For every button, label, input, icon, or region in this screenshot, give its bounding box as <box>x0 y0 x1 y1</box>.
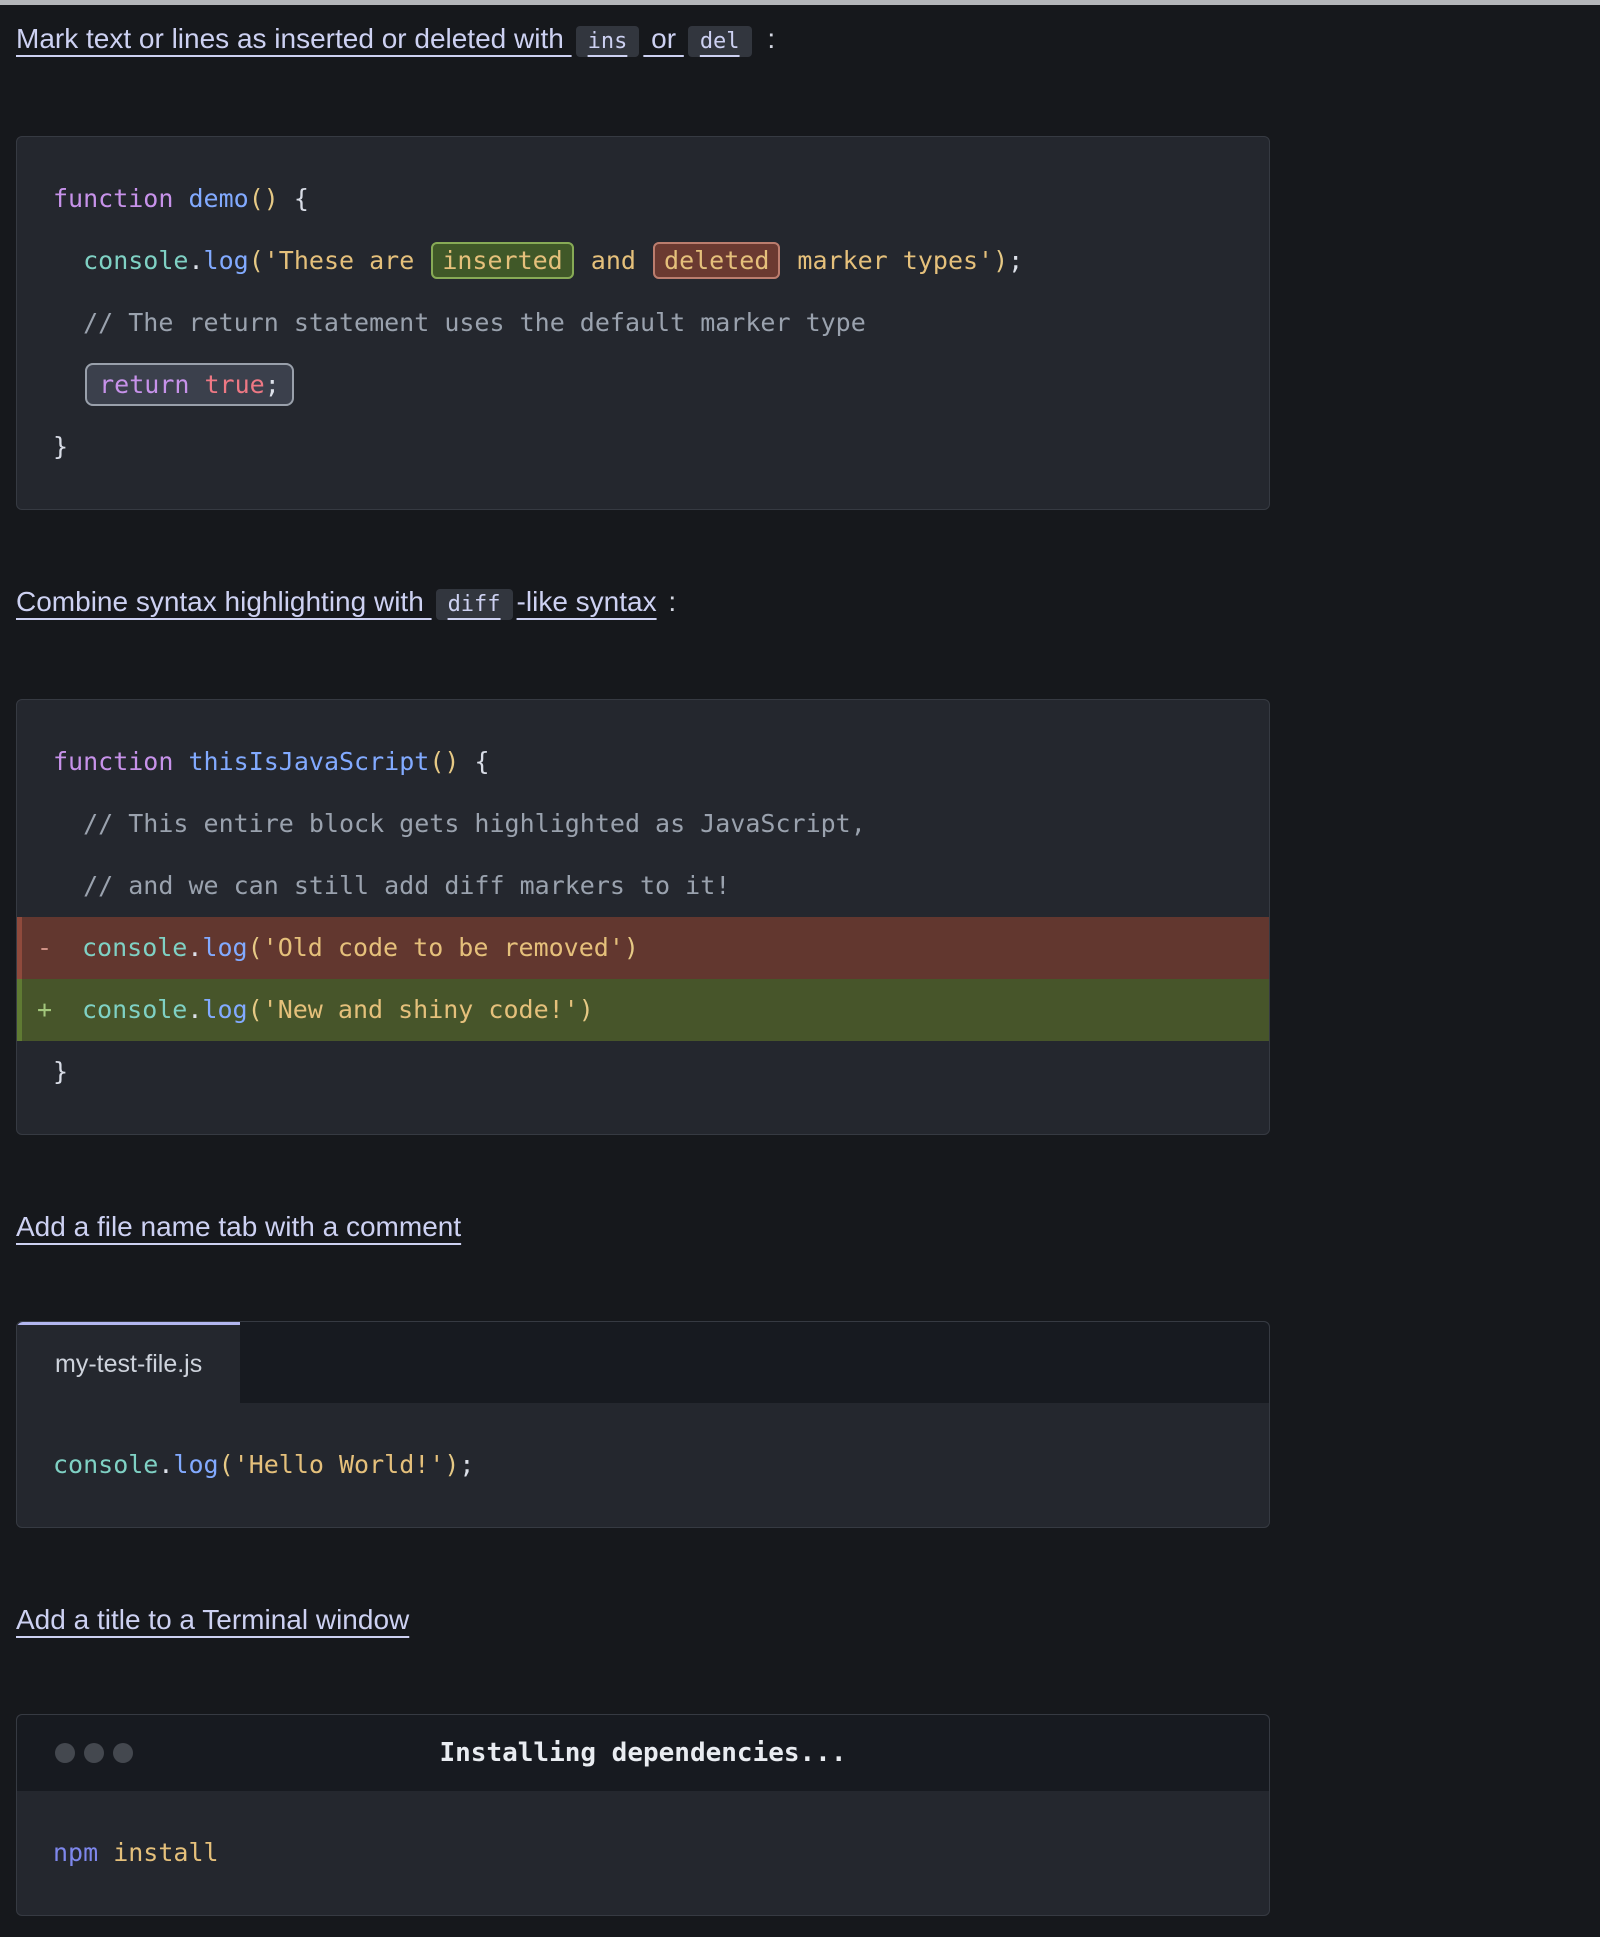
token-fn: log <box>204 246 249 275</box>
token-comment: // The return statement uses the default… <box>53 308 866 337</box>
token-fn: log <box>202 933 247 962</box>
token-paren: ) <box>444 1450 459 1479</box>
token-obj: console <box>53 246 188 275</box>
token-obj: console <box>82 933 187 962</box>
token-punct: . <box>188 246 203 275</box>
token-text: { <box>459 747 489 776</box>
token-paren: ) <box>579 995 594 1024</box>
code-line: return true; <box>17 354 1269 416</box>
token-paren: ) <box>993 246 1008 275</box>
file-name-label: my-test-file.js <box>55 1350 202 1379</box>
section-heading-file-tab: Add a file name tab with a comment <box>16 1207 1270 1247</box>
section-heading-terminal: Add a title to a Terminal window <box>16 1600 1270 1640</box>
terminal-title: Installing dependencies... <box>17 1738 1269 1768</box>
top-divider-bar <box>0 0 1600 5</box>
heading-suffix: : <box>767 19 775 59</box>
token-string: marker types' <box>782 246 993 275</box>
terminal-window: Installing dependencies... npm install <box>16 1714 1270 1916</box>
token-text <box>173 747 188 776</box>
token-fn: log <box>202 995 247 1024</box>
token-string: install <box>98 1838 218 1867</box>
token-obj: console <box>82 995 187 1024</box>
code-block-marker-demo: function demo() { console.log('These are… <box>16 136 1270 510</box>
token-text: } <box>53 432 68 461</box>
token-text <box>53 370 83 399</box>
token-text: { <box>279 184 309 213</box>
heading-link-markers[interactable]: Mark text or lines as inserted or delete… <box>16 23 756 54</box>
del-marker-box: deleted <box>653 242 780 279</box>
code-line: function thisIsJavaScript() { <box>17 731 1269 793</box>
token-paren: ( <box>248 933 263 962</box>
token-paren: ( <box>219 1450 234 1479</box>
heading-suffix: : <box>668 582 676 622</box>
diff-ins-line: +console.log('New and shiny code!') <box>17 979 1269 1041</box>
token-string: 'These are <box>264 246 430 275</box>
token-text <box>173 184 188 213</box>
token-punct: ; <box>459 1450 474 1479</box>
code-line: } <box>17 1041 1269 1103</box>
token-fn: log <box>173 1450 218 1479</box>
token-punct: . <box>187 933 202 962</box>
token-paren: () <box>429 747 459 776</box>
token-text <box>189 370 204 399</box>
token-paren: ) <box>624 933 639 962</box>
token-npm: npm <box>53 1838 98 1867</box>
token-keyword: function <box>53 184 173 213</box>
token-text: } <box>53 1057 68 1086</box>
token-bool: true <box>204 370 264 399</box>
code-block-file-tab: my-test-file.js console.log('Hello World… <box>16 1321 1270 1528</box>
diff-del-line: -console.log('Old code to be removed') <box>17 917 1269 979</box>
heading-link-diff[interactable]: Combine syntax highlighting with diff-li… <box>16 586 657 617</box>
code-body: function demo() { console.log('These are… <box>17 137 1269 509</box>
token-string: 'Old code to be removed' <box>263 933 624 962</box>
code-line: npm install <box>17 1822 1269 1884</box>
token-punct: ; <box>265 370 280 399</box>
code-line: console.log('These are inserted and dele… <box>17 230 1269 292</box>
token-string: 'Hello World!' <box>234 1450 445 1479</box>
token-punct: ; <box>1008 246 1023 275</box>
token-obj: console <box>53 1450 158 1479</box>
heading-link-terminal[interactable]: Add a title to a Terminal window <box>16 1604 409 1635</box>
token-fn: thisIsJavaScript <box>188 747 429 776</box>
code-line: // and we can still add diff markers to … <box>17 855 1269 917</box>
code-line: function demo() { <box>17 168 1269 230</box>
diff-gutter-sign: - <box>22 917 82 979</box>
terminal-body: npm install <box>17 1791 1269 1915</box>
heading-link-file-tab[interactable]: Add a file name tab with a comment <box>16 1211 461 1242</box>
token-string: inserted <box>442 246 562 275</box>
ins-marker-box: inserted <box>431 242 573 279</box>
neutral-marker-box: return true; <box>85 363 294 406</box>
token-fn: demo <box>188 184 248 213</box>
token-string: deleted <box>664 246 769 275</box>
code-body: function thisIsJavaScript() { // This en… <box>17 700 1269 1134</box>
section-heading-diff: Combine syntax highlighting with diff-li… <box>16 582 1270 625</box>
code-block-diff-demo: function thisIsJavaScript() { // This en… <box>16 699 1270 1135</box>
inline-code: del <box>688 26 752 57</box>
token-keyword: function <box>53 747 173 776</box>
code-body: console.log('Hello World!'); <box>17 1403 1269 1527</box>
token-punct: . <box>158 1450 173 1479</box>
token-string: 'New and shiny code!' <box>263 995 579 1024</box>
token-paren: ( <box>249 246 264 275</box>
terminal-title-bar: Installing dependencies... <box>17 1715 1269 1791</box>
file-name-tab[interactable]: my-test-file.js <box>17 1322 240 1403</box>
inline-code: ins <box>576 26 640 57</box>
section-heading-markers: Mark text or lines as inserted or delete… <box>16 19 1270 62</box>
token-keyword: return <box>99 370 189 399</box>
token-comment: // This entire block gets highlighted as… <box>53 809 866 838</box>
inline-code: diff <box>436 589 513 620</box>
diff-gutter-sign: + <box>22 979 82 1041</box>
token-comment: // and we can still add diff markers to … <box>53 871 730 900</box>
editor-tab-bar: my-test-file.js <box>17 1322 1269 1403</box>
docs-content: Mark text or lines as inserted or delete… <box>16 19 1270 1916</box>
code-line: // This entire block gets highlighted as… <box>17 793 1269 855</box>
token-paren: ( <box>248 995 263 1024</box>
token-string: and <box>576 246 651 275</box>
token-paren: () <box>249 184 279 213</box>
token-punct: . <box>187 995 202 1024</box>
code-line: // The return statement uses the default… <box>17 292 1269 354</box>
code-line: } <box>17 416 1269 478</box>
code-line: console.log('Hello World!'); <box>17 1434 1269 1496</box>
